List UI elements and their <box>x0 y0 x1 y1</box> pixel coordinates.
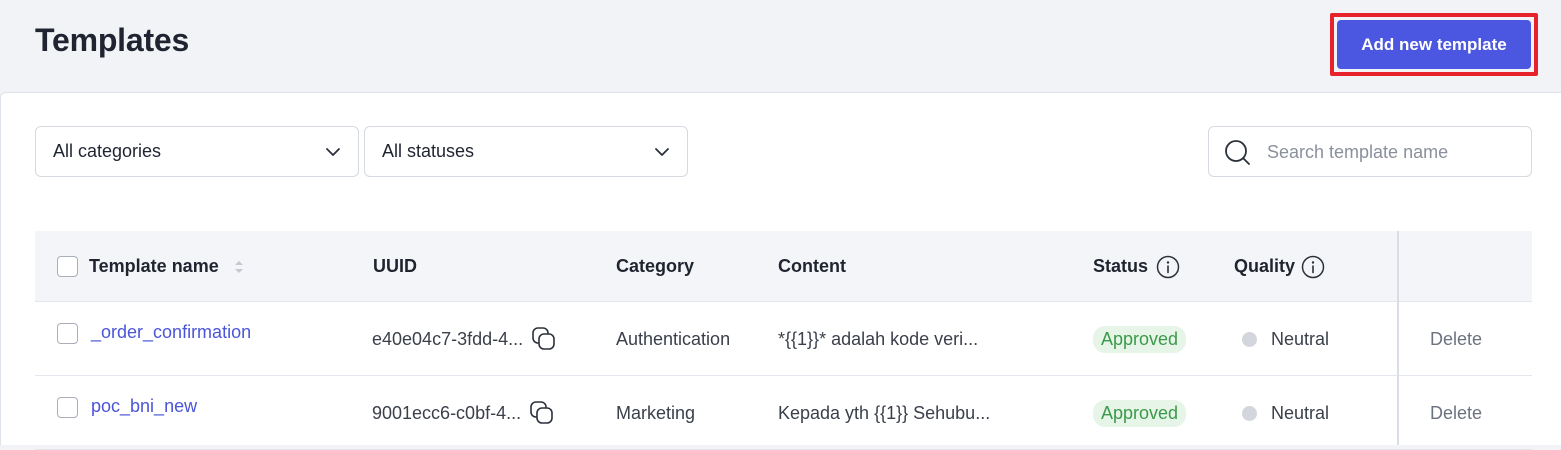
row-checkbox[interactable] <box>57 323 78 344</box>
search-icon <box>1225 140 1250 165</box>
delete-cell: Delete <box>1430 302 1482 376</box>
delete-button[interactable]: Delete <box>1430 403 1482 424</box>
page-title: Templates <box>35 22 190 58</box>
table-row: _order_confirmation e40e04c7-3fdd-4... A… <box>35 302 1532 376</box>
column-divider <box>1397 231 1399 445</box>
quality-cell: Neutral <box>1242 302 1329 376</box>
column-label: Quality <box>1234 256 1296 276</box>
column-header-content: Content <box>778 256 846 276</box>
column-header-status: Status <box>1093 231 1180 302</box>
uuid-cell: 9001ecc6-c0bf-4... <box>372 376 555 450</box>
column-header-uuid: UUID <box>373 256 417 276</box>
status-badge: Approved <box>1093 325 1187 353</box>
template-name-link[interactable]: _order_confirmation <box>91 302 251 362</box>
template-name-link[interactable]: poc_bni_new <box>91 376 197 436</box>
delete-cell: Delete <box>1430 376 1482 450</box>
content-cell: Kepada yth {{1}} Sehubu... <box>778 402 991 423</box>
add-new-template-button[interactable]: Add new template <box>1337 20 1531 69</box>
quality-value: Neutral <box>1271 402 1330 423</box>
info-icon[interactable] <box>1301 255 1325 279</box>
quality-value: Neutral <box>1271 328 1330 349</box>
copy-icon[interactable] <box>529 400 555 426</box>
category-cell: Marketing <box>616 402 696 423</box>
quality-indicator <box>1242 331 1257 347</box>
copy-icon[interactable] <box>531 326 557 352</box>
page-header: Templates Add new template <box>0 0 1561 92</box>
uuid-value: 9001ecc6-c0bf-4... <box>372 402 522 423</box>
uuid-cell: e40e04c7-3fdd-4... <box>372 302 557 376</box>
search-box <box>1208 126 1532 177</box>
column-header-template-name[interactable]: Template name <box>89 231 245 302</box>
search-input[interactable] <box>1267 137 1517 167</box>
template-name[interactable]: _order_confirmation <box>91 322 251 343</box>
chevron-down-icon <box>326 148 340 156</box>
uuid-value: e40e04c7-3fdd-4... <box>372 328 524 349</box>
table-header: Template name UUID Category Content Stat… <box>35 231 1532 302</box>
sort-icon[interactable] <box>233 258 245 276</box>
category-filter-value: All categories <box>53 141 162 161</box>
row-checkbox[interactable] <box>57 397 78 418</box>
status-filter-value: All statuses <box>382 141 475 161</box>
column-header-quality: Quality <box>1234 231 1325 302</box>
chevron-down-icon <box>655 148 669 156</box>
select-all-checkbox[interactable] <box>57 256 78 277</box>
column-label: Status <box>1093 256 1149 276</box>
status-cell: Approved <box>1093 376 1187 450</box>
info-icon[interactable] <box>1156 255 1180 279</box>
quality-indicator <box>1242 405 1257 421</box>
column-label: Template name <box>89 256 219 276</box>
add-template-highlight: Add new template <box>1330 13 1538 76</box>
content-cell: *{{1}}* adalah kode veri... <box>778 328 979 349</box>
delete-button[interactable]: Delete <box>1430 329 1482 350</box>
column-header-category: Category <box>616 256 695 276</box>
status-filter-select[interactable]: All statuses <box>364 126 688 177</box>
status-cell: Approved <box>1093 302 1187 376</box>
table-row: poc_bni_new 9001ecc6-c0bf-4... Marketing… <box>35 376 1532 450</box>
category-cell: Authentication <box>616 328 731 349</box>
quality-cell: Neutral <box>1242 376 1329 450</box>
status-badge: Approved <box>1093 399 1187 427</box>
category-filter-select[interactable]: All categories <box>35 126 359 177</box>
template-name[interactable]: poc_bni_new <box>91 396 197 417</box>
